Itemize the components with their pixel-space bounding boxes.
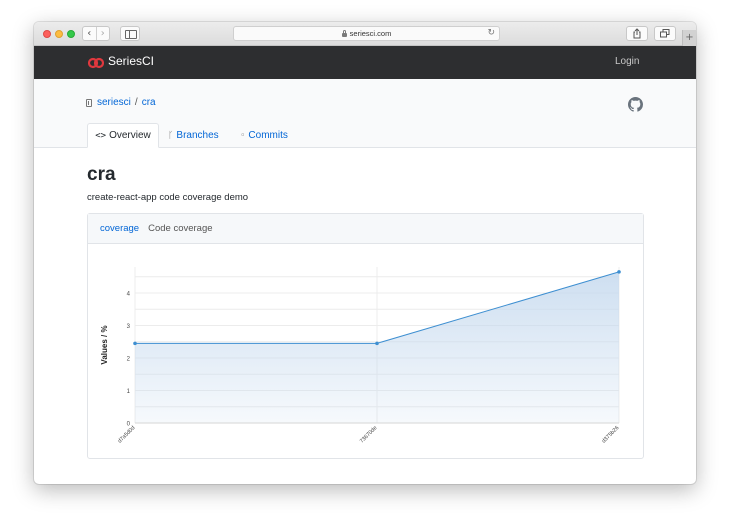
breadcrumb: seriesci / cra <box>86 97 156 108</box>
share-button[interactable] <box>626 26 648 41</box>
y-tick-label: 2 <box>127 357 131 363</box>
x-tick-label: d7a5d0d <box>117 425 136 444</box>
seriesci-logo-icon[interactable] <box>87 56 105 74</box>
brand-name[interactable]: SeriesCI <box>108 54 154 68</box>
breadcrumb-separator: / <box>134 97 138 108</box>
tab-overview[interactable]: <> Overview <box>87 123 159 148</box>
minimize-window-button[interactable] <box>55 30 63 38</box>
tab-branches-label: Branches <box>176 130 219 141</box>
login-link[interactable]: Login <box>615 56 639 67</box>
commit-icon: ◦ <box>240 130 246 141</box>
page-title: cra <box>87 164 116 185</box>
code-icon: <> <box>95 130 107 141</box>
back-button[interactable]: ‹ <box>83 27 96 40</box>
y-tick-label: 4 <box>127 292 131 298</box>
github-icon[interactable] <box>628 97 643 117</box>
repo-header: seriesci / cra <> Overview ᚴ Branches ◦ … <box>34 79 696 148</box>
maximize-window-button[interactable] <box>67 30 75 38</box>
card-header: coverage Code coverage <box>88 214 643 244</box>
y-axis-label: Values / % <box>100 325 109 364</box>
tab-commits-label: Commits <box>248 130 288 141</box>
x-tick-label: 73670de <box>359 425 378 444</box>
show-tabs-button[interactable] <box>654 26 676 41</box>
forward-button[interactable]: › <box>95 27 110 40</box>
tab-commits[interactable]: ◦ Commits <box>240 123 288 148</box>
url-text: seriesci.com <box>349 29 392 38</box>
y-tick-label: 3 <box>127 324 131 330</box>
repo-description: create-react-app code coverage demo <box>87 192 249 203</box>
breadcrumb-repo-link[interactable]: cra <box>142 97 156 108</box>
share-icon <box>633 28 641 39</box>
coverage-card: coverage Code coverage 0 1 2 3 4 d7a5d0d 73670… <box>87 213 644 459</box>
data-point <box>133 341 137 346</box>
branch-icon: ᚴ <box>168 130 174 141</box>
data-point <box>617 270 621 274</box>
coverage-series-link[interactable]: coverage <box>100 223 139 234</box>
repo-icon <box>86 98 92 107</box>
reload-icon[interactable]: ↻ <box>487 28 495 38</box>
new-tab-button[interactable]: + <box>682 30 696 46</box>
sidebar-toggle-icon[interactable] <box>120 26 140 41</box>
tab-branches[interactable]: ᚴ Branches <box>168 123 219 148</box>
data-point <box>375 341 379 346</box>
app-navbar: SeriesCI Login <box>34 46 696 79</box>
lock-icon <box>341 29 347 37</box>
breadcrumb-owner-link[interactable]: seriesci <box>97 97 131 108</box>
browser-titlebar: ‹ › seriesci.com ↻ + <box>34 22 696 46</box>
tabs-overview-icon <box>660 29 670 38</box>
close-window-button[interactable] <box>43 30 51 38</box>
address-bar[interactable]: seriesci.com ↻ <box>233 26 500 41</box>
card-title: Code coverage <box>148 223 213 234</box>
x-tick-label: d375b26 <box>601 425 620 444</box>
tab-overview-label: Overview <box>109 130 151 141</box>
history-nav: ‹ › <box>82 26 110 41</box>
browser-window: ‹ › seriesci.com ↻ + SeriesCI Login seri… <box>34 22 696 484</box>
y-tick-label: 1 <box>127 389 131 395</box>
coverage-chart: 01234d7a5d0d 73670de d375b26Values / % <box>100 267 621 445</box>
